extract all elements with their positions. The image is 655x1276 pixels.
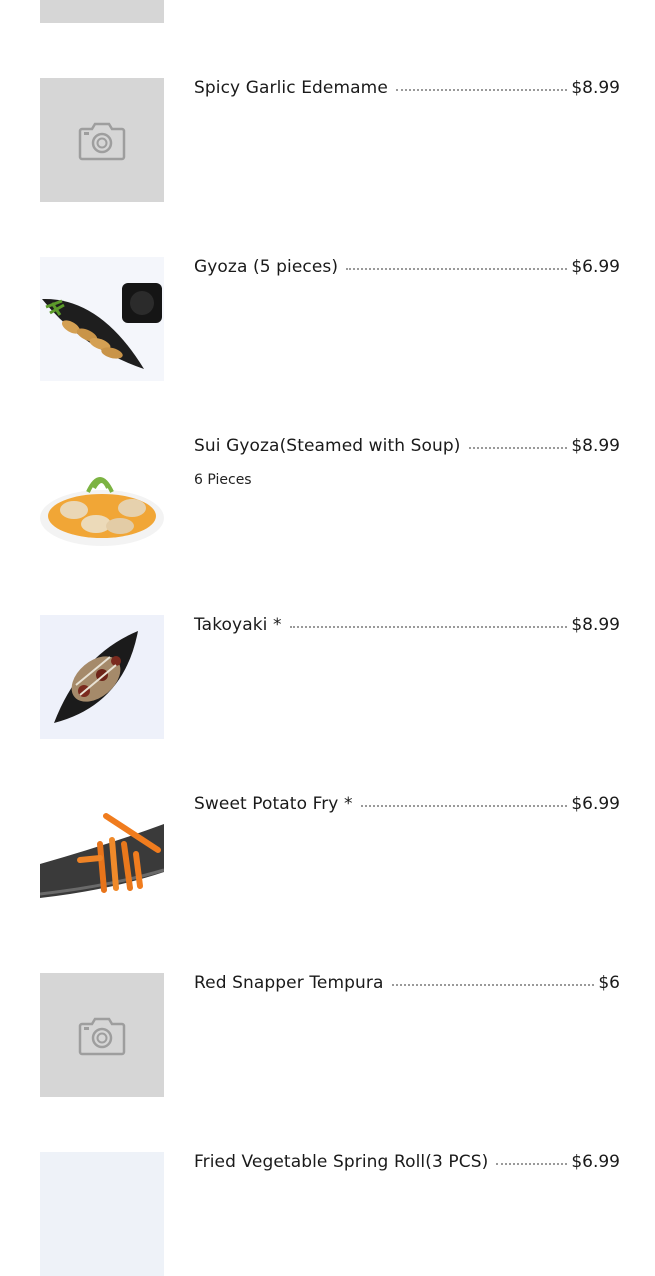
item-price: $6.99	[571, 257, 620, 277]
item-name: Sweet Potato Fry *	[194, 794, 353, 814]
spring-roll-image	[40, 1152, 164, 1276]
menu-item[interactable]: Red Snapper Tempura $6	[0, 917, 655, 1097]
leader-dots	[289, 624, 568, 628]
camera-icon	[78, 122, 126, 161]
item-name: Sui Gyoza(Steamed with Soup)	[194, 436, 461, 456]
leader-dots	[360, 803, 568, 807]
leader-dots	[395, 87, 568, 91]
item-name: Gyoza (5 pieces)	[194, 257, 339, 277]
item-name: Spicy Garlic Edemame	[194, 78, 388, 98]
menu-item[interactable]: Fried Vegetable Spring Roll(3 PCS) $6.99	[0, 1096, 655, 1276]
image-placeholder	[40, 973, 164, 1097]
menu-list: Spicy Garlic Edemame $8.99 Gyoza (5 piec…	[0, 0, 655, 1276]
item-price: $8.99	[571, 436, 620, 456]
sui-gyoza-image	[40, 436, 164, 560]
gyoza-plate-image	[40, 257, 164, 381]
image-placeholder	[40, 78, 164, 202]
menu-item[interactable]: Sweet Potato Fry * $6.99	[0, 738, 655, 918]
leader-dots	[391, 982, 595, 986]
takoyaki-image	[40, 615, 164, 739]
item-description: 6 Pieces	[194, 472, 252, 488]
image-placeholder	[40, 0, 164, 23]
leader-dots	[468, 445, 568, 449]
menu-item[interactable]: Takoyaki * $8.99	[0, 559, 655, 739]
item-price: $8.99	[571, 78, 620, 98]
camera-icon	[78, 1017, 126, 1056]
item-price: $6.99	[571, 1152, 620, 1172]
menu-item[interactable]: Sui Gyoza(Steamed with Soup) $8.99 6 Pie…	[0, 380, 655, 560]
leader-dots	[496, 1161, 568, 1165]
item-name: Fried Vegetable Spring Roll(3 PCS)	[194, 1152, 489, 1172]
item-name: Takoyaki *	[194, 615, 282, 635]
sweet-potato-fry-image	[40, 794, 164, 918]
menu-item[interactable]	[0, 0, 655, 23]
item-price: $6.99	[571, 794, 620, 814]
item-name: Red Snapper Tempura	[194, 973, 384, 993]
leader-dots	[346, 266, 568, 270]
item-price: $6	[598, 973, 620, 993]
item-price: $8.99	[571, 615, 620, 635]
menu-item[interactable]: Spicy Garlic Edemame $8.99	[0, 22, 655, 202]
menu-item[interactable]: Gyoza (5 pieces) $6.99	[0, 201, 655, 381]
